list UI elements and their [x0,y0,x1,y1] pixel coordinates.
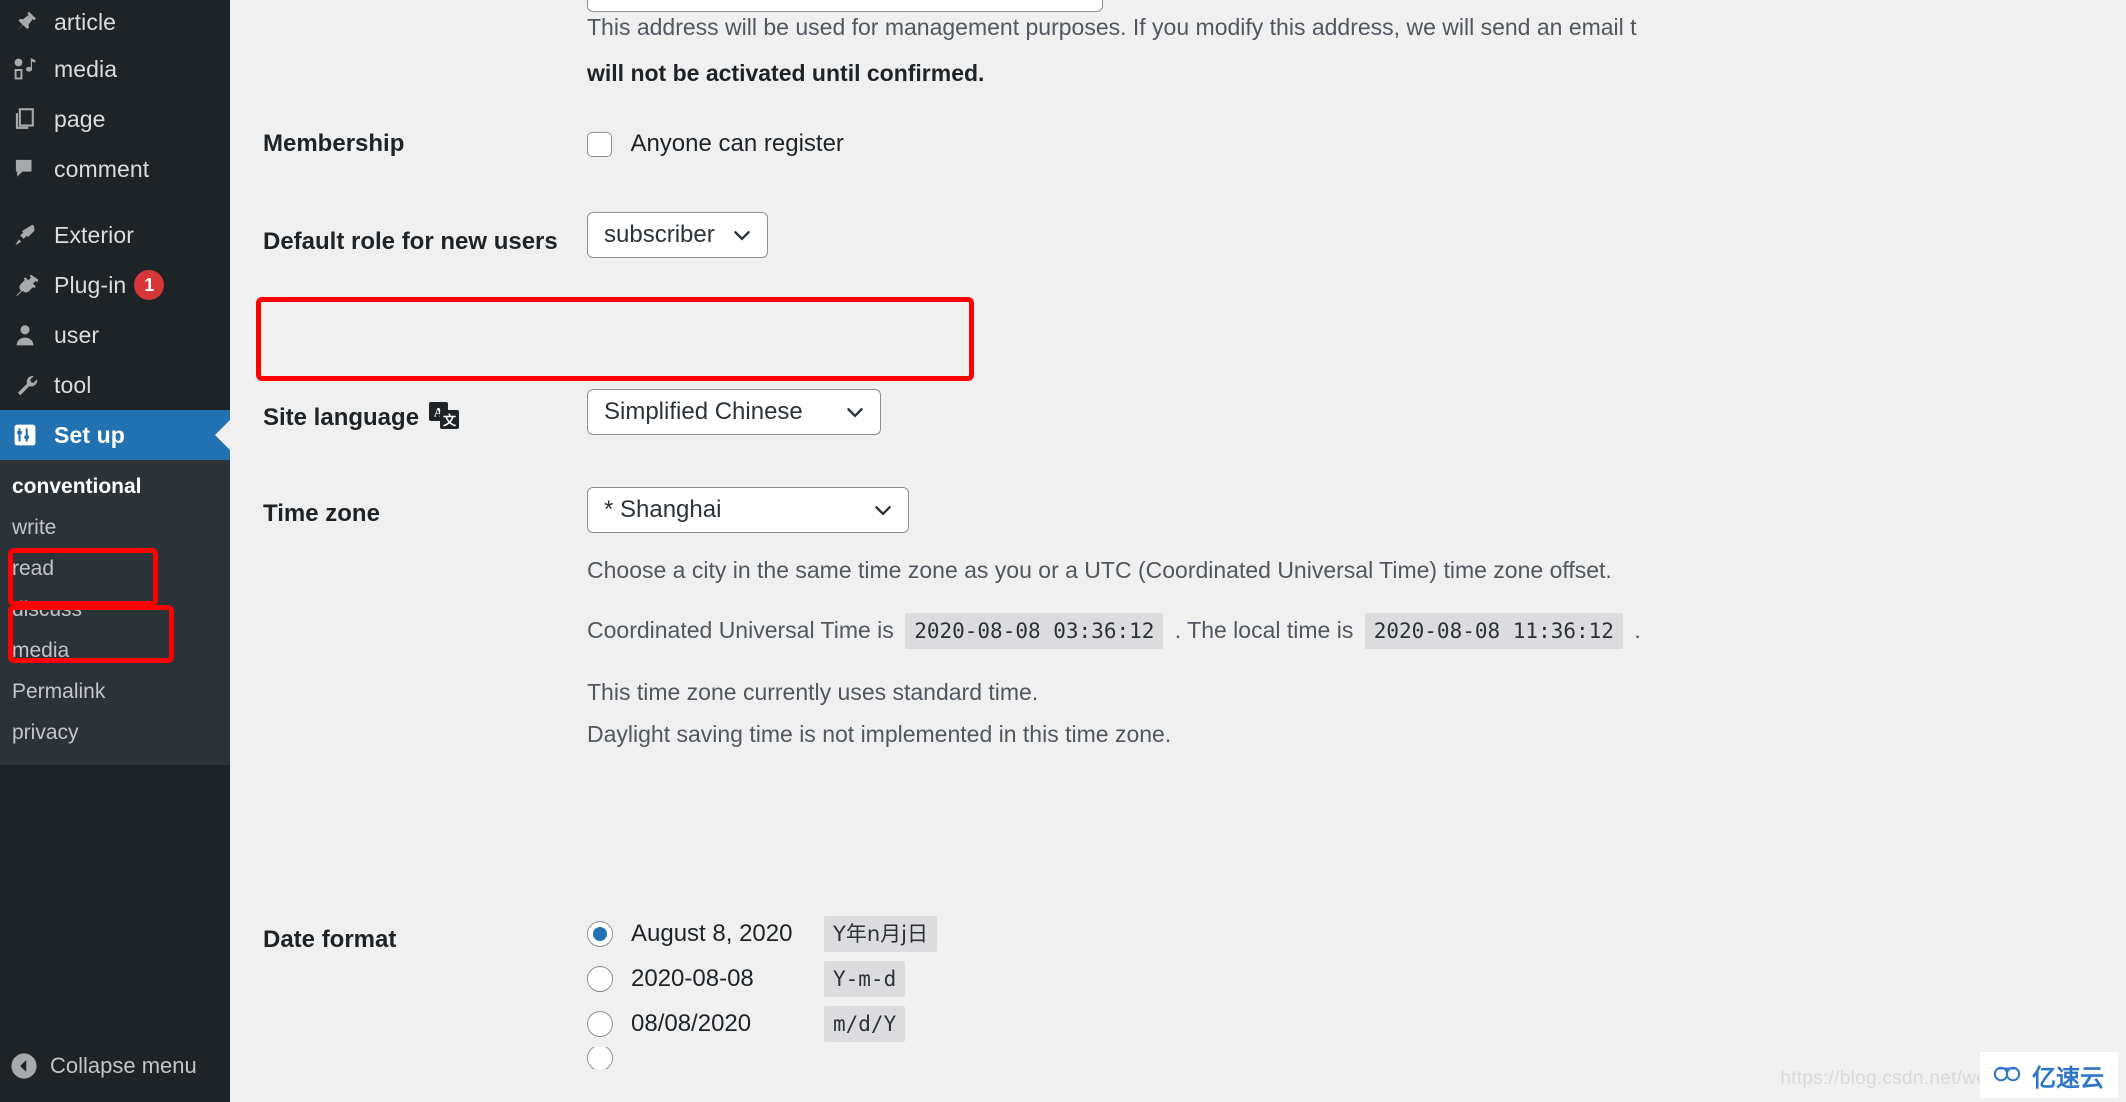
site-language-label: Site language [263,404,420,431]
anyone-can-register-label: Anyone can register [630,130,844,157]
site-language-value: Simplified Chinese [604,398,803,425]
sidebar-item-label: media [54,55,118,82]
wrench-icon [12,372,54,398]
watermark-badge-text: 亿速云 [2032,1063,2104,1092]
date-format-radio[interactable] [587,1011,613,1037]
sidebar-item-label: Set up [54,421,125,448]
sidebar-subitem-privacy[interactable]: privacy [0,712,230,753]
timezone-standard-note: This time zone currently uses standard t… [587,678,1039,705]
date-format-radio[interactable] [587,1047,613,1069]
default-role-label: Default role for new users [263,228,558,255]
membership-label: Membership [263,130,405,157]
date-format-option[interactable]: August 8, 2020 Y年n月j日 [587,912,1287,956]
sidebar-item-user[interactable]: user [0,310,230,360]
date-format-radio[interactable] [587,966,613,992]
anyone-can-register-checkbox[interactable] [587,131,612,157]
date-format-preview: 2020-08-08 [631,965,754,992]
collapse-menu-label: Collapse menu [50,1053,197,1078]
sidebar-subitem-media[interactable]: media [0,630,230,671]
default-role-value: subscriber [604,221,715,248]
settings-icon [12,422,54,448]
settings-main-content: This address will be used for management… [230,0,2126,1102]
date-format-option[interactable] [587,1047,1287,1069]
date-format-option[interactable]: 2020-08-08 Y-m-d [587,957,1287,1001]
admin-sidebar: article media page comment Exterior Plug… [0,0,231,1102]
sidebar-item-label: Exterior [54,221,135,248]
sidebar-primary-menu: article media page comment Exterior Plug… [0,0,231,460]
sidebar-item-label: page [54,105,106,132]
date-format-code: m/d/Y [824,1005,906,1043]
date-format-radio[interactable] [587,921,613,947]
sidebar-item-label: Plug-in [54,271,127,298]
timezone-value: * Shanghai [604,496,722,523]
svg-text:文: 文 [443,413,457,429]
collapse-menu-button[interactable]: Collapse menu [0,1030,230,1102]
local-time-value: 2020-08-08 11:36:12 [1364,612,1623,649]
media-icon [12,56,54,82]
date-format-code: Y年n月j日 [824,915,937,953]
sidebar-submenu-setup: conventional write read discuss media Pe… [0,460,230,765]
date-format-preview: 08/08/2020 [631,1010,752,1037]
translate-icon: A文 [429,402,460,437]
sidebar-item-label: comment [54,155,150,182]
timezone-current-time: Coordinated Universal Time is 2020-08-08… [587,612,1641,649]
sidebar-item-setup[interactable]: Set up [0,410,231,460]
timezone-label: Time zone [263,500,380,527]
sidebar-subitem-permalink[interactable]: Permalink [0,671,230,712]
site-language-select[interactable]: Simplified Chinese [587,389,881,435]
admin-email-desc-line2: will not be activated until confirmed. [587,59,985,86]
date-format-preview: August 8, 2020 [631,920,793,947]
wordpress-admin-screen: article media page comment Exterior Plug… [0,0,2126,1102]
sidebar-item-label: tool [54,371,92,398]
date-format-label: Date format [263,926,397,953]
timezone-help-text: Choose a city in the same time zone as y… [587,557,1612,583]
pages-icon [12,106,54,132]
comment-icon [12,156,54,182]
user-icon [12,322,54,348]
date-format-option[interactable]: 08/08/2020 m/d/Y [587,1002,1287,1046]
sidebar-subitem-write[interactable]: write [0,507,230,548]
collapse-arrow-icon [10,1052,50,1080]
date-format-code: Y-m-d [824,960,906,998]
plugin-icon [12,272,54,298]
utc-prefix-label: Coordinated Universal Time is [587,616,894,643]
watermark-badge: 亿速云 [1980,1052,2118,1098]
local-time-prefix-label: . The local time is [1174,616,1354,643]
plugin-update-badge: 1 [134,270,165,300]
sidebar-item-article[interactable]: article [0,0,230,44]
sidebar-subitem-read[interactable]: read [0,548,230,589]
sidebar-subitem-discuss[interactable]: discuss [0,589,230,630]
sidebar-item-media[interactable]: media [0,44,230,94]
chevron-down-icon [733,231,750,241]
cloud-icon [1992,1062,2024,1089]
sidebar-item-page[interactable]: page [0,94,230,144]
sidebar-item-label: user [54,321,100,348]
utc-time-value: 2020-08-08 03:36:12 [905,612,1164,649]
utc-suffix-label: . [1634,616,1641,643]
chevron-down-icon [847,408,863,418]
brush-icon [12,222,54,248]
sidebar-subitem-conventional[interactable]: conventional [0,466,230,507]
sidebar-separator [0,194,230,210]
timezone-select[interactable]: * Shanghai [587,487,909,533]
sidebar-item-comment[interactable]: comment [0,144,230,194]
default-role-select[interactable]: subscriber [587,212,768,258]
pin-icon [12,9,54,35]
watermark-url: https://blog.csdn.net/weixi [1780,1068,2006,1089]
admin-email-desc-line1: This address will be used for management… [587,14,1637,40]
sidebar-item-tool[interactable]: tool [0,360,230,410]
sidebar-item-exterior[interactable]: Exterior [0,210,230,260]
chevron-down-icon [875,506,891,516]
sidebar-item-label: article [54,8,117,35]
timezone-dst-note: Daylight saving time is not implemented … [587,720,1172,747]
sidebar-item-plugin[interactable]: Plug-in 1 [0,260,230,310]
